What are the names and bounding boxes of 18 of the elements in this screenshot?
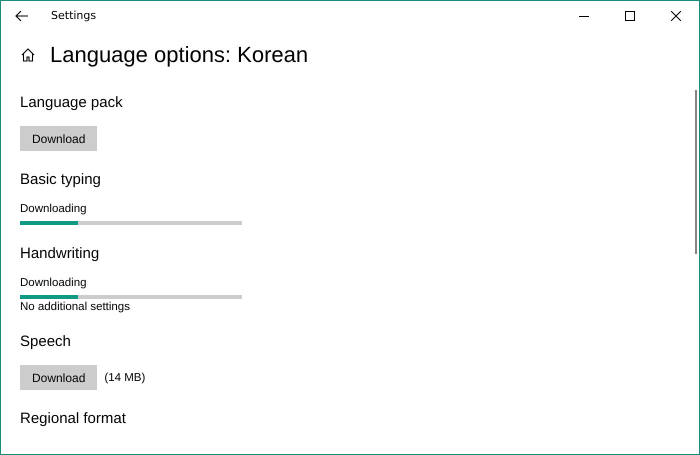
back-icon[interactable] [15,8,29,22]
home-icon[interactable] [20,47,36,63]
note-text: No additional settings [20,301,131,313]
status-label: Downloading [20,277,88,289]
section-title: Language pack [20,94,123,111]
section-title: Basic typing [20,171,101,188]
status-label: Downloading [20,203,88,215]
section-title: Regional format [20,410,126,427]
close-button[interactable] [671,10,681,20]
page-title: Language options: Korean [50,42,308,68]
scrollbar[interactable] [695,90,697,254]
window-title: Settings [51,9,96,22]
maximize-button[interactable] [625,10,635,20]
download-button[interactable]: Download [20,126,98,151]
section-title: Handwriting [20,245,100,262]
size-label: (14 MB) [104,372,146,384]
download-button[interactable]: Download [20,365,98,390]
section-title: Speech [20,333,71,350]
